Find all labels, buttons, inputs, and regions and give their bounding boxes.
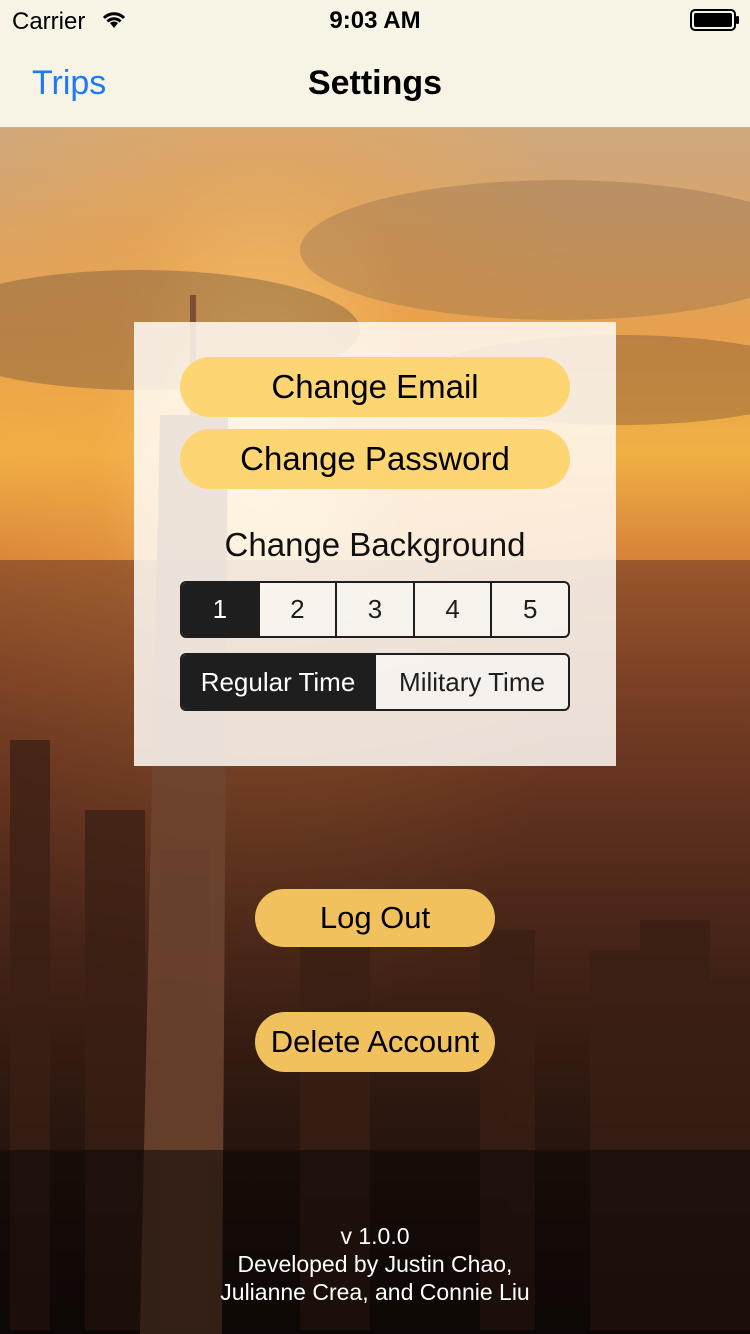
time-format-selector: Regular Time Military Time <box>180 653 570 711</box>
logout-button[interactable]: Log Out <box>255 889 495 947</box>
delete-account-button[interactable]: Delete Account <box>255 1012 495 1072</box>
background-option-5[interactable]: 5 <box>490 583 568 636</box>
time-format-regular[interactable]: Regular Time <box>182 655 374 709</box>
footer-credits: v 1.0.0 Developed by Justin Chao, Julian… <box>0 1222 750 1306</box>
change-email-button[interactable]: Change Email <box>180 357 570 417</box>
background-option-4[interactable]: 4 <box>412 583 491 636</box>
background-selector: 1 2 3 4 5 <box>180 581 570 638</box>
battery-full-icon <box>690 9 739 31</box>
background-option-3[interactable]: 3 <box>335 583 413 636</box>
credits-line-2: Julianne Crea, and Connie Liu <box>220 1279 530 1305</box>
version-label: v 1.0.0 <box>340 1223 410 1249</box>
settings-screen: Carrier 9:03 AM Trips Settings Change Em… <box>0 0 750 1334</box>
status-bar: Carrier 9:03 AM <box>0 0 750 40</box>
page-title: Settings <box>307 64 443 102</box>
change-password-button[interactable]: Change Password <box>180 429 570 489</box>
background-option-2[interactable]: 2 <box>257 583 336 636</box>
time-format-military[interactable]: Military Time <box>374 655 568 709</box>
credits-line-1: Developed by Justin Chao, <box>237 1251 513 1277</box>
background-option-1[interactable]: 1 <box>182 583 258 636</box>
settings-panel: Change Email Change Password Change Back… <box>134 322 616 766</box>
navigation-bar: Trips Settings <box>0 40 750 128</box>
change-background-label: Change Background <box>224 526 526 563</box>
clock-label: 9:03 AM <box>329 7 421 34</box>
